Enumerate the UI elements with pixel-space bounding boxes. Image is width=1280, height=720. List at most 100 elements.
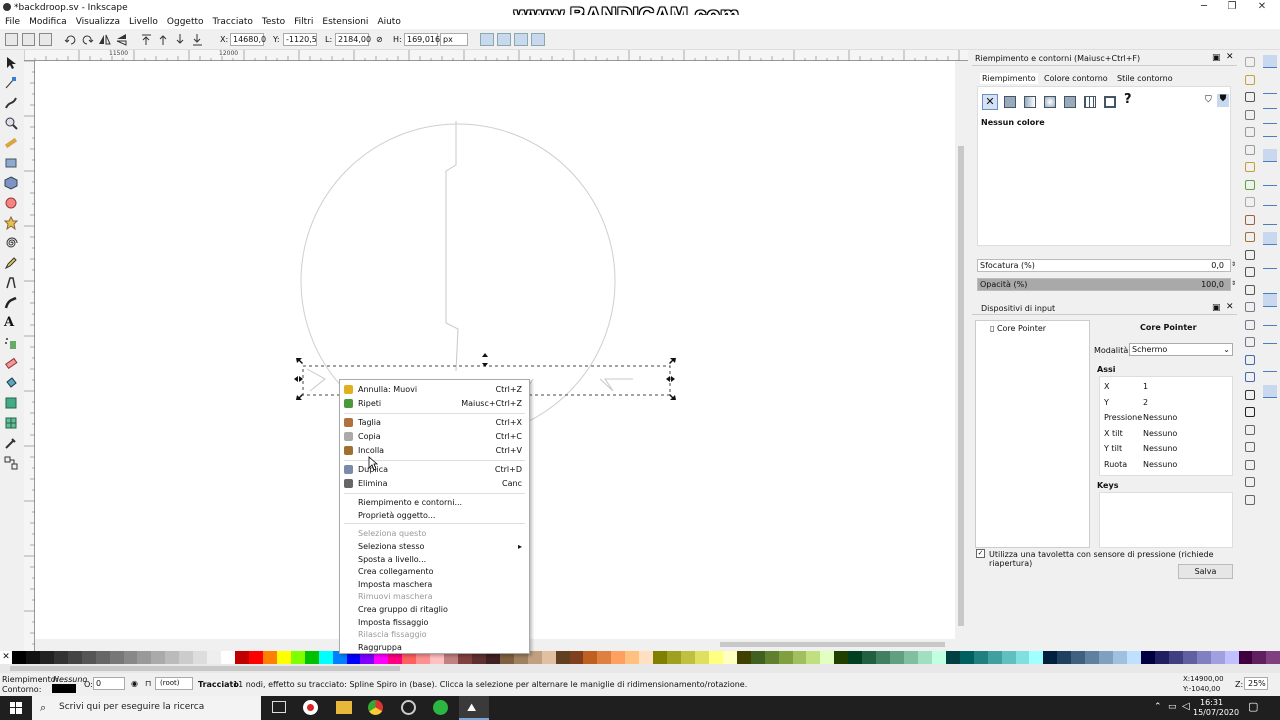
axis-value[interactable]: 1 [1143, 382, 1148, 391]
palette-swatch[interactable] [123, 651, 138, 664]
menu-oggetto[interactable]: Oggetto [167, 17, 204, 27]
palette-swatch[interactable] [708, 651, 723, 664]
flip-horizontal-icon[interactable] [98, 33, 111, 46]
palette-swatch[interactable] [1154, 651, 1169, 664]
palette-swatch[interactable] [764, 651, 779, 664]
device-item[interactable]: ▯ Core Pointer [990, 324, 1046, 333]
cut-icon[interactable] [1245, 214, 1255, 225]
document-properties-icon[interactable] [1245, 494, 1255, 505]
rotate-cw-icon[interactable] [81, 33, 94, 46]
snap-smooth-icon[interactable] [1263, 232, 1277, 245]
unlink-clone-icon[interactable] [1245, 337, 1255, 347]
tablet-checkbox[interactable]: ✓ [976, 549, 985, 558]
spiral-tool-icon[interactable] [4, 236, 18, 250]
lower-to-bottom-icon[interactable] [191, 33, 204, 46]
context-menu-item[interactable]: Taglia Ctrl+X [340, 416, 529, 429]
zoom-drawing-icon[interactable] [1245, 267, 1255, 277]
clock-time[interactable]: 16:31 [1200, 698, 1223, 707]
vertical-scroll-thumb[interactable] [958, 146, 964, 626]
menu-aiuto[interactable]: Aiuto [377, 17, 400, 27]
file-explorer-icon[interactable] [336, 701, 352, 714]
export-icon[interactable] [1245, 144, 1255, 155]
snap-guide-icon[interactable] [1263, 385, 1277, 398]
opacity-input[interactable]: 0 [93, 677, 125, 690]
palette-swatch[interactable] [1224, 651, 1239, 664]
y-input[interactable]: -1120,5 [283, 33, 317, 46]
3d-box-tool-icon[interactable] [4, 176, 18, 190]
fill-stroke-icon[interactable] [1245, 389, 1255, 400]
palette-scroll-thumb[interactable] [10, 666, 400, 671]
palette-swatch[interactable] [207, 651, 222, 664]
menu-estensioni[interactable]: Estensioni [322, 17, 368, 27]
zoom-page-icon[interactable] [1245, 284, 1255, 295]
windows-start-icon[interactable] [10, 702, 22, 714]
stroke-swatch[interactable] [52, 684, 76, 693]
rectangle-tool-icon[interactable] [4, 156, 18, 170]
gradient-tool-icon[interactable] [4, 396, 18, 410]
no-paint-icon[interactable]: ✕ [982, 94, 998, 110]
group-icon[interactable] [1245, 354, 1255, 365]
unit-select[interactable]: px [440, 33, 468, 46]
width-input[interactable]: 2184,00 [335, 33, 371, 46]
palette-swatch[interactable] [1168, 651, 1183, 664]
palette-swatch[interactable] [820, 651, 835, 664]
panel-close-button[interactable]: ✕ [1226, 302, 1234, 312]
move-gradients-toggle[interactable] [514, 33, 528, 46]
selector-tool-icon[interactable] [4, 56, 18, 70]
palette-swatch[interactable] [876, 651, 891, 664]
volume-icon[interactable]: ◁ [1182, 701, 1190, 712]
duplicate-icon[interactable] [1245, 302, 1255, 312]
minimize-button[interactable]: ─ [1190, 0, 1218, 15]
snap-nodes-icon[interactable] [1263, 149, 1277, 162]
palette-swatch[interactable] [151, 651, 166, 664]
tweak-tool-icon[interactable] [4, 96, 18, 110]
copy-icon[interactable] [1245, 197, 1255, 207]
radial-gradient-icon[interactable] [1044, 96, 1056, 108]
tab-stroke-style[interactable]: Stile contorno [1117, 74, 1173, 83]
context-menu-item[interactable]: Elimina Canc [340, 477, 529, 490]
snap-cusp-icon[interactable] [1263, 212, 1277, 225]
redo-icon[interactable] [1245, 179, 1255, 190]
raise-to-top-icon[interactable] [140, 33, 153, 46]
eraser-tool-icon[interactable] [4, 356, 18, 370]
notifications-icon[interactable]: ▢ [1248, 700, 1258, 713]
snap-baseline-icon[interactable] [1263, 313, 1277, 326]
snap-grid-icon[interactable] [1263, 359, 1277, 372]
select-all-layers-icon[interactable] [22, 33, 35, 46]
palette-swatch[interactable] [555, 651, 570, 664]
snap-page-icon[interactable] [1263, 331, 1277, 344]
palette-swatch[interactable] [1127, 651, 1141, 664]
palette-swatch[interactable] [1001, 651, 1016, 664]
fill-rule-evenodd-icon[interactable]: ⛉ [1205, 95, 1212, 105]
print-icon[interactable] [1245, 109, 1255, 120]
pen-tool-icon[interactable] [4, 276, 18, 290]
chevron-up-icon[interactable]: ⌃ [1154, 702, 1162, 712]
unset-paint-icon[interactable]: ? [1124, 92, 1132, 107]
zoom-tool-icon[interactable] [4, 116, 18, 130]
horizontal-scroll-thumb[interactable] [720, 642, 945, 647]
palette-swatch[interactable] [848, 651, 863, 664]
menu-modifica[interactable]: Modifica [29, 17, 67, 27]
paste-icon[interactable] [1245, 232, 1255, 242]
palette-swatch[interactable] [1029, 651, 1044, 664]
palette-swatch[interactable] [736, 651, 751, 664]
chrome-icon[interactable] [368, 700, 383, 715]
axis-value[interactable]: Nessuno [1143, 429, 1177, 438]
palette-swatch[interactable] [1182, 651, 1197, 664]
search-box[interactable]: ⌕ Scrivi qui per eseguire la ricerca [32, 696, 261, 720]
menu-livello[interactable]: Livello [129, 17, 158, 27]
palette-swatch[interactable] [931, 651, 946, 664]
preferences-icon[interactable] [1245, 477, 1255, 487]
bucket-fill-tool-icon[interactable] [4, 376, 18, 390]
text-tool-icon[interactable]: A [4, 316, 18, 330]
snap-center-icon[interactable] [1263, 281, 1277, 294]
palette-swatch[interactable] [221, 651, 235, 664]
pattern-icon[interactable] [1084, 96, 1096, 108]
rotate-ccw-icon[interactable] [64, 33, 77, 46]
lock-ratio-icon[interactable]: ⊘ [376, 35, 383, 44]
panel-close-button[interactable]: ✕ [1226, 52, 1234, 62]
pencil-tool-icon[interactable] [4, 256, 18, 270]
new-doc-icon[interactable] [1245, 57, 1255, 67]
measure-tool-icon[interactable] [4, 136, 18, 150]
palette-swatch[interactable] [1085, 651, 1100, 664]
